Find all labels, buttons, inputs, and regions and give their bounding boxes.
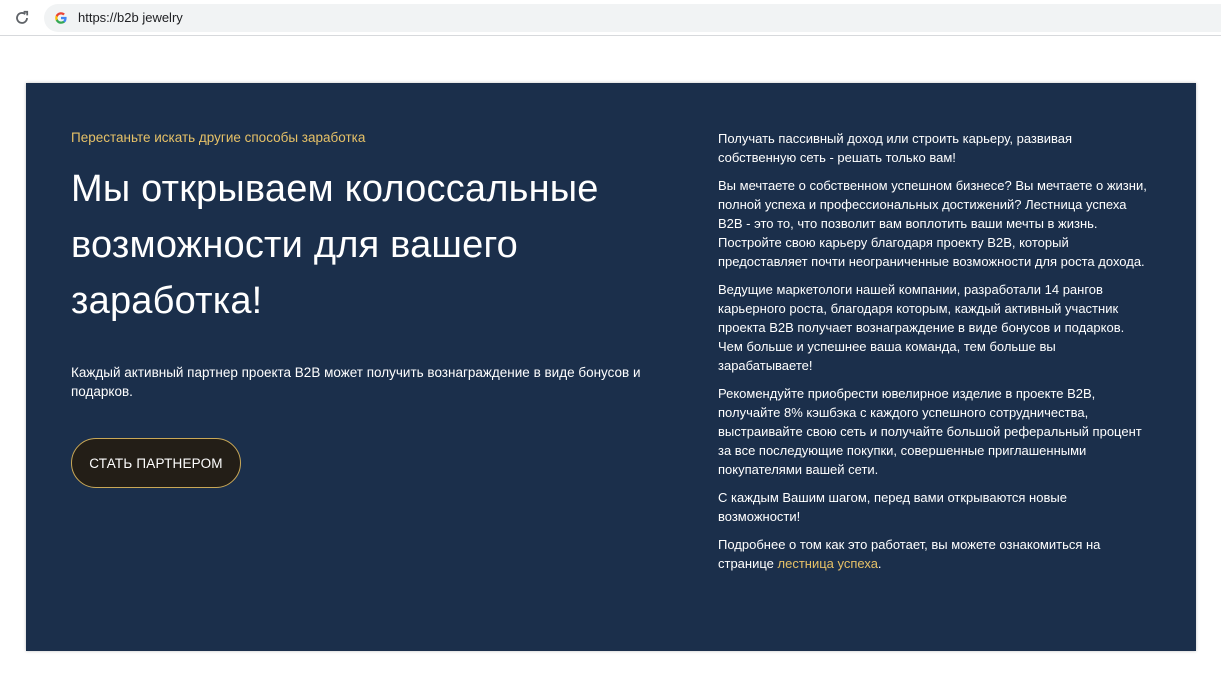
become-partner-button[interactable]: СТАТЬ ПАРТНЕРОМ bbox=[71, 438, 241, 488]
details-paragraph-4: Рекомендуйте приобрести ювелирное издели… bbox=[718, 386, 1142, 477]
details-column: Получать пассивный доход или строить кар… bbox=[718, 129, 1150, 582]
details-paragraph-5: С каждым Вашим шагом, перед вами открыва… bbox=[718, 490, 1067, 524]
url-text[interactable]: https://b2b jewelry bbox=[78, 9, 183, 27]
hero-headline: Мы открываем колоссальные возможности дл… bbox=[71, 168, 599, 322]
details-paragraph-6-text: Подробнее о том как это работает, вы мож… bbox=[718, 537, 1101, 571]
hero-lead: Каждый активный партнер проекта В2В може… bbox=[71, 365, 641, 399]
details-paragraph-6-end: . bbox=[877, 556, 882, 571]
google-icon bbox=[55, 12, 67, 24]
details-paragraph-6: Подробнее о том как это работает, вы мож… bbox=[718, 535, 1150, 573]
success-ladder-link[interactable]: лестница успеха bbox=[778, 556, 878, 571]
address-bar[interactable]: https://b2b jewelry bbox=[44, 4, 1221, 32]
hero-eyebrow: Перестаньте искать другие способы зарабо… bbox=[71, 130, 366, 145]
hero-card: Перестаньте искать другие способы зарабо… bbox=[26, 83, 1196, 651]
details-paragraph-2: Вы мечтаете о собственном успешном бизне… bbox=[718, 178, 1147, 269]
hero-left-column: Перестаньте искать другие способы зарабо… bbox=[71, 129, 686, 401]
details-paragraph-1: Получать пассивный доход или строить кар… bbox=[718, 131, 1073, 165]
reload-icon bbox=[16, 10, 29, 24]
browser-toolbar: https://b2b jewelry bbox=[0, 0, 1221, 36]
reload-button[interactable] bbox=[12, 8, 32, 28]
details-paragraph-3: Ведущие маркетологи нашей компании, разр… bbox=[718, 282, 1125, 373]
